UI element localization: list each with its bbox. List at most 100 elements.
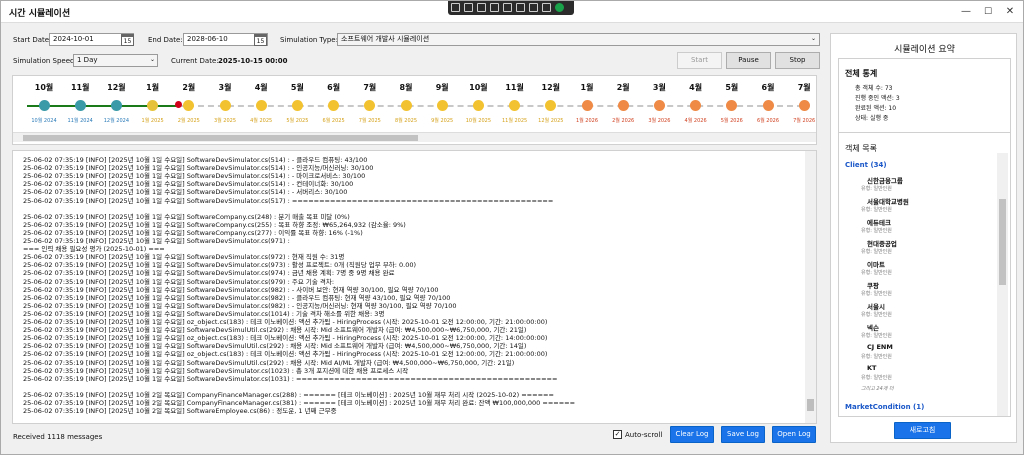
calendar-icon[interactable]: 15 <box>254 34 267 46</box>
timeline-dot[interactable] <box>798 100 810 111</box>
summary-title: 시뮬레이션 요약 <box>894 45 955 55</box>
object-list-scrollbar[interactable] <box>997 153 1008 416</box>
client-name[interactable]: 서울대학교병원 <box>867 196 909 206</box>
timeline-dot[interactable] <box>110 100 122 111</box>
more-items: 그리고 24개 더 <box>861 386 894 392</box>
timeline-dot[interactable] <box>509 100 521 111</box>
timeline-dot[interactable] <box>762 100 774 111</box>
save-log-button[interactable]: Save Log <box>721 426 765 443</box>
timeline-dot[interactable] <box>436 100 448 111</box>
recording-toolbar[interactable] <box>448 1 574 15</box>
client-name[interactable]: 에듀테크 <box>867 217 891 227</box>
toolbar-icon[interactable] <box>516 3 525 12</box>
window-title: 시간 시뮬레이션 <box>9 9 71 19</box>
calendar-icon[interactable]: 15 <box>121 34 134 46</box>
toolbar-icon[interactable] <box>503 3 512 12</box>
timeline-dot[interactable] <box>328 100 340 111</box>
client-type: 유형: 일반인원 <box>861 375 892 381</box>
log-line: 25-06-02 07:35:19 [INFO] [2025년 10월 2일 목… <box>23 407 337 416</box>
current-date-label: Current Date: <box>171 57 219 65</box>
stop-button[interactable]: Stop <box>775 52 820 69</box>
scrollbar-thumb[interactable] <box>807 399 814 411</box>
chevron-down-icon[interactable]: ⌄ <box>811 35 816 42</box>
refresh-button[interactable]: 새로고침 <box>894 422 951 439</box>
clear-log-button[interactable]: Clear Log <box>670 426 714 443</box>
timeline-dot[interactable] <box>147 100 159 111</box>
group-market-condition[interactable]: MarketCondition (1) <box>845 403 924 411</box>
toolbar-icon[interactable] <box>529 3 538 12</box>
timeline-dot[interactable] <box>545 100 557 111</box>
scrollbar-thumb[interactable] <box>23 135 418 141</box>
app-window: 시간 시뮬레이션 — ☐ ✕ Start Date: 2024-10-01 15… <box>0 0 1024 455</box>
timeline-dot[interactable] <box>400 100 412 111</box>
start-button[interactable]: Start <box>677 52 722 69</box>
log-line: 25-06-02 07:35:19 [INFO] [2025년 10월 1일 수… <box>23 374 558 383</box>
stats-header: 전체 통계 <box>845 69 878 78</box>
client-type: 유형: 일반인원 <box>861 333 892 339</box>
timeline-month-label: 2월 <box>182 83 196 92</box>
log-scrollbar[interactable] <box>805 151 816 423</box>
timeline-month-label: 10월 <box>34 83 54 92</box>
client-name[interactable]: CJ ENM <box>867 343 893 351</box>
client-name[interactable]: 이마트 <box>867 259 885 269</box>
timeline-month-label: 6월 <box>327 83 341 92</box>
sim-type-select[interactable]: 소프트웨어 개발사 시뮬레이션 <box>337 33 820 46</box>
toolbar-icon[interactable] <box>451 3 460 12</box>
timeline-month-label: 12월 <box>107 83 126 92</box>
speed-select[interactable]: 1 Day <box>73 54 158 67</box>
timeline-dot[interactable] <box>653 100 665 111</box>
timeline-dot[interactable] <box>726 100 738 111</box>
timeline-dot[interactable] <box>617 100 629 111</box>
chevron-down-icon[interactable]: ⌄ <box>150 56 155 63</box>
client-name[interactable]: 넥슨 <box>867 322 879 332</box>
group-client[interactable]: Client (34) <box>845 161 887 169</box>
client-type: 유형: 일반인원 <box>861 354 892 360</box>
autoscroll-checkbox[interactable]: ✓ <box>613 430 622 439</box>
timeline-month-label: 4월 <box>689 83 703 92</box>
timeline-month-label: 1월 <box>580 83 594 92</box>
timeline-future-line <box>177 105 803 107</box>
timeline-dot[interactable] <box>472 100 484 111</box>
toolbar-icon[interactable] <box>542 3 551 12</box>
timeline-dot[interactable] <box>38 100 50 111</box>
start-date-label: Start Date: <box>13 36 52 44</box>
timeline-dot[interactable] <box>690 100 702 111</box>
timeline-dot[interactable] <box>255 100 267 111</box>
close-button[interactable]: ✕ <box>1003 5 1017 19</box>
stat-line: 진행 중인 액션: 3 <box>855 95 900 102</box>
timeline-dot[interactable] <box>219 100 231 111</box>
timeline-dot[interactable] <box>581 100 593 111</box>
client-name[interactable]: 신한금융그룹 <box>867 175 903 185</box>
client-name[interactable]: KT <box>867 364 876 372</box>
object-list[interactable]: 객체 목록 Client (34) 신한금융그룹 유형: 일반인원 서울대학교병원 유… <box>838 132 1011 417</box>
timeline-dot[interactable] <box>183 100 195 111</box>
toolbar-icon[interactable] <box>464 3 473 12</box>
check-icon[interactable] <box>555 3 564 12</box>
timeline-dot[interactable] <box>74 100 86 111</box>
log-panel[interactable]: 25-06-02 07:35:19 [INFO] [2025년 10월 1일 수… <box>12 150 817 424</box>
toolbar-icon[interactable] <box>490 3 499 12</box>
timeline-month-label: 1월 <box>146 83 160 92</box>
pause-button[interactable]: Pause <box>726 52 771 69</box>
toolbar-icon[interactable] <box>477 3 486 12</box>
current-date-marker <box>174 101 182 108</box>
maximize-button[interactable]: ☐ <box>981 5 995 19</box>
end-date-label: End Date: <box>148 36 183 44</box>
timeline-month-label: 8월 <box>399 83 413 92</box>
timeline-month-label: 11월 <box>70 83 90 92</box>
current-date-value: 2025-10-15 00:00 <box>218 57 288 65</box>
minimize-button[interactable]: — <box>959 5 973 19</box>
client-name[interactable]: 현대중공업 <box>867 238 897 248</box>
log-line: 25-06-02 07:35:19 [INFO] [2025년 10월 1일 수… <box>23 196 554 205</box>
timeline-month-label: 7월 <box>363 83 377 92</box>
timeline-month-label: 4월 <box>254 83 268 92</box>
client-name[interactable]: 쿠팡 <box>867 280 879 290</box>
timeline-scrollbar[interactable] <box>13 132 816 142</box>
client-type: 유형: 일반인원 <box>861 312 892 318</box>
client-type: 유형: 일반인원 <box>861 186 892 192</box>
timeline-dot[interactable] <box>364 100 376 111</box>
client-name[interactable]: 서울시 <box>867 301 885 311</box>
open-log-button[interactable]: Open Log <box>772 426 816 443</box>
timeline-dot[interactable] <box>291 100 303 111</box>
scrollbar-thumb[interactable] <box>999 199 1006 285</box>
